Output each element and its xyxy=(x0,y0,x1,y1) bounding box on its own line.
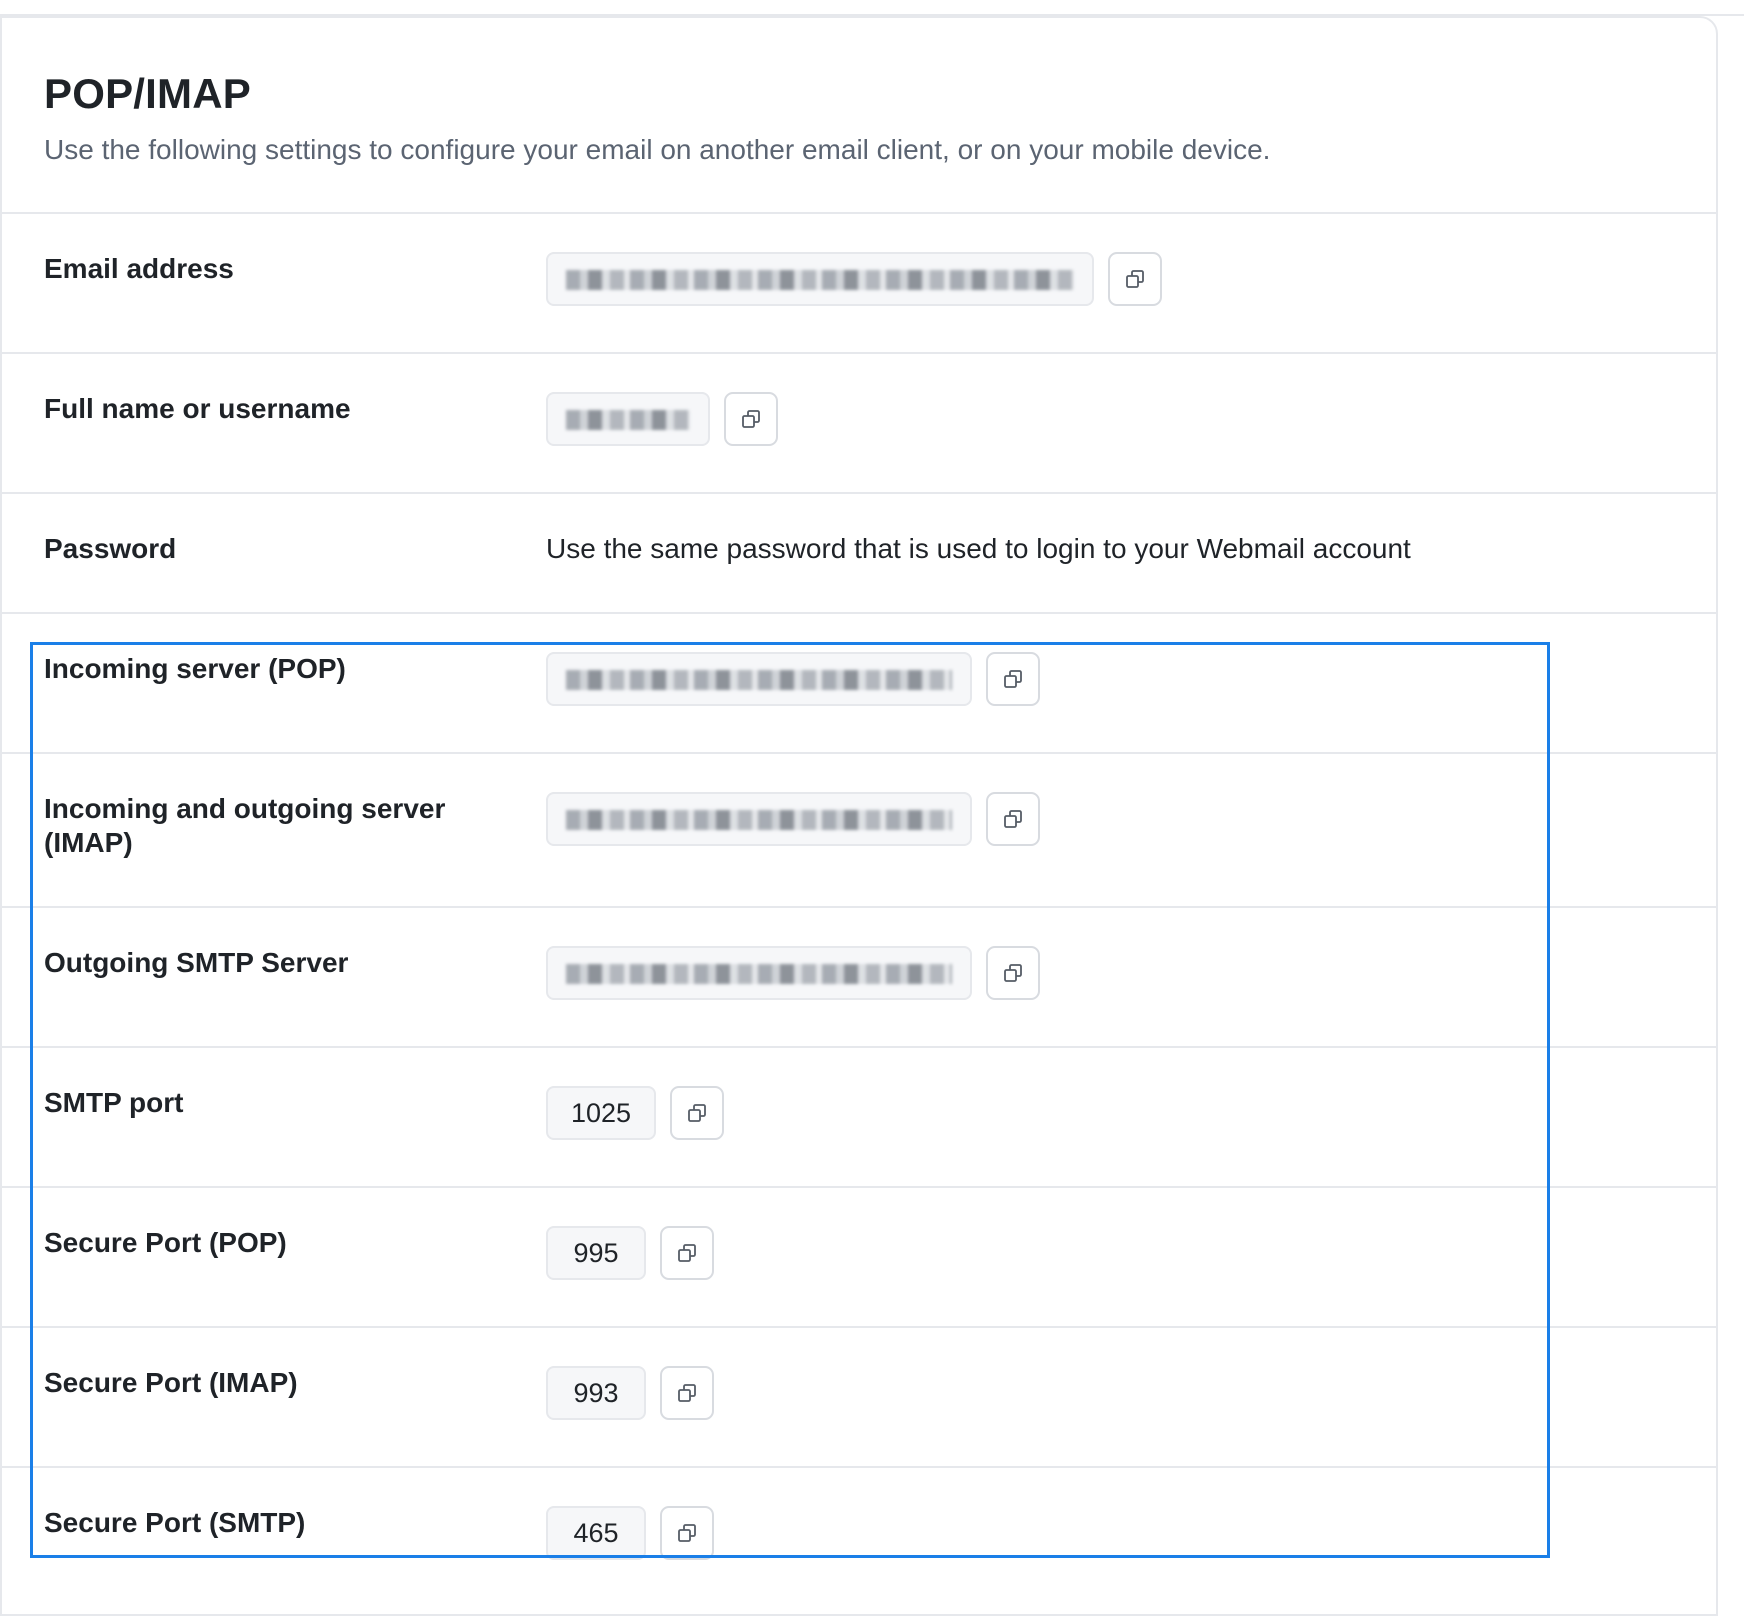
setting-label: Outgoing SMTP Server xyxy=(44,947,349,978)
copy-icon xyxy=(678,1384,696,1402)
setting-row-smtp-server: Outgoing SMTP Server xyxy=(2,908,1716,1048)
setting-row-password: Password Use the same password that is u… xyxy=(2,494,1716,614)
secure-imap-port-value: 993 xyxy=(546,1366,646,1420)
redacted-value xyxy=(566,670,952,690)
copy-imap-server-button[interactable] xyxy=(986,792,1040,846)
secure-pop-port-value: 995 xyxy=(546,1226,646,1280)
copy-icon xyxy=(1126,270,1144,288)
setting-row-email-address: Email address xyxy=(2,214,1716,354)
email-address-value xyxy=(546,252,1094,306)
copy-incoming-pop-button[interactable] xyxy=(986,652,1040,706)
imap-server-value xyxy=(546,792,972,846)
setting-label: Secure Port (POP) xyxy=(44,1227,287,1258)
copy-email-address-button[interactable] xyxy=(1108,252,1162,306)
setting-label: Full name or username xyxy=(44,393,351,424)
setting-label: Password xyxy=(44,533,177,564)
setting-label: Email address xyxy=(44,253,234,284)
copy-icon xyxy=(1004,964,1022,982)
pop-imap-card: POP/IMAP Use the following settings to c… xyxy=(0,16,1718,1616)
smtp-port-value: 1025 xyxy=(546,1086,656,1140)
copy-icon xyxy=(1004,670,1022,688)
redacted-value xyxy=(566,410,690,430)
setting-row-secure-imap-port: Secure Port (IMAP) 993 xyxy=(2,1328,1716,1468)
redacted-value xyxy=(566,810,952,830)
copy-icon xyxy=(688,1104,706,1122)
copy-smtp-server-button[interactable] xyxy=(986,946,1040,1000)
section-subtitle: Use the following settings to configure … xyxy=(44,134,1271,165)
redacted-value xyxy=(566,964,952,984)
smtp-server-value xyxy=(546,946,972,1000)
copy-icon xyxy=(1004,810,1022,828)
setting-row-full-name: Full name or username xyxy=(2,354,1716,494)
copy-smtp-port-button[interactable] xyxy=(670,1086,724,1140)
full-name-value xyxy=(546,392,710,446)
setting-label: Incoming server (POP) xyxy=(44,653,346,684)
password-info-text: Use the same password that is used to lo… xyxy=(546,533,1411,564)
setting-label: Secure Port (SMTP) xyxy=(44,1507,306,1538)
setting-row-secure-smtp-port: Secure Port (SMTP) 465 xyxy=(2,1468,1716,1618)
setting-label: Incoming and outgoing server (IMAP) xyxy=(44,793,446,858)
setting-label: Secure Port (IMAP) xyxy=(44,1367,298,1398)
setting-row-secure-pop-port: Secure Port (POP) 995 xyxy=(2,1188,1716,1328)
setting-row-incoming-pop: Incoming server (POP) xyxy=(2,614,1716,754)
incoming-pop-value xyxy=(546,652,972,706)
redacted-value xyxy=(566,270,1074,290)
setting-row-imap-server: Incoming and outgoing server (IMAP) xyxy=(2,754,1716,908)
copy-secure-pop-port-button[interactable] xyxy=(660,1226,714,1280)
setting-row-smtp-port: SMTP port 1025 xyxy=(2,1048,1716,1188)
copy-secure-smtp-port-button[interactable] xyxy=(660,1506,714,1560)
section-title: POP/IMAP xyxy=(44,70,251,117)
copy-icon xyxy=(678,1524,696,1542)
copy-icon xyxy=(678,1244,696,1262)
copy-full-name-button[interactable] xyxy=(724,392,778,446)
copy-secure-imap-port-button[interactable] xyxy=(660,1366,714,1420)
card-header: POP/IMAP Use the following settings to c… xyxy=(2,18,1716,214)
secure-smtp-port-value: 465 xyxy=(546,1506,646,1560)
setting-label: SMTP port xyxy=(44,1087,184,1118)
copy-icon xyxy=(742,410,760,428)
